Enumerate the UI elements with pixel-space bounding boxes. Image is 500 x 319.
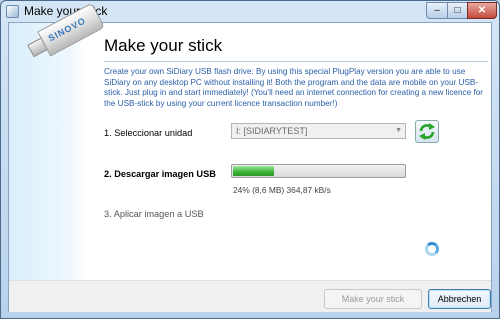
chevron-down-icon: ▼ xyxy=(395,127,402,134)
page-title: Make your stick xyxy=(104,36,223,55)
dialog-client: SINOVO Make your stick Create your own S… xyxy=(8,2,492,312)
step-apply-image: 3. Aplicar imagen a USB xyxy=(104,209,204,219)
maximize-button[interactable]: □ xyxy=(447,2,468,19)
app-window: Make your stick – □ ✕ SINOVO Make your s… xyxy=(0,0,500,319)
download-status: 24% (8,6 MB) 364,87 kB/s xyxy=(233,185,331,195)
download-progress-bar xyxy=(231,164,406,178)
drive-select-value: I: [SIDIARYTEST] xyxy=(236,126,308,136)
divider xyxy=(104,61,488,62)
sidebar-graphic: SINOVO xyxy=(9,2,106,311)
step-download-image: 2. Descargar imagen USB xyxy=(104,169,216,179)
drive-select[interactable]: I: [SIDIARYTEST] ▼ xyxy=(231,123,406,139)
refresh-button[interactable] xyxy=(415,120,439,143)
refresh-icon xyxy=(419,123,435,140)
intro-text: Create your own SiDiary USB flash drive:… xyxy=(104,67,483,108)
loading-spinner-icon xyxy=(425,242,439,256)
main-content: Make your stick Create your own SiDiary … xyxy=(104,23,489,311)
minimize-button[interactable]: – xyxy=(426,2,448,19)
cancel-button[interactable]: Abbrechen xyxy=(428,289,491,309)
make-stick-button[interactable]: Make your stick xyxy=(324,289,422,309)
app-icon xyxy=(6,5,19,18)
step-select-drive: 1. Seleccionar unidad xyxy=(104,128,193,138)
progress-fill xyxy=(233,166,274,176)
button-bar: Make your stick Abbrechen xyxy=(9,280,491,312)
close-button[interactable]: ✕ xyxy=(467,2,497,19)
